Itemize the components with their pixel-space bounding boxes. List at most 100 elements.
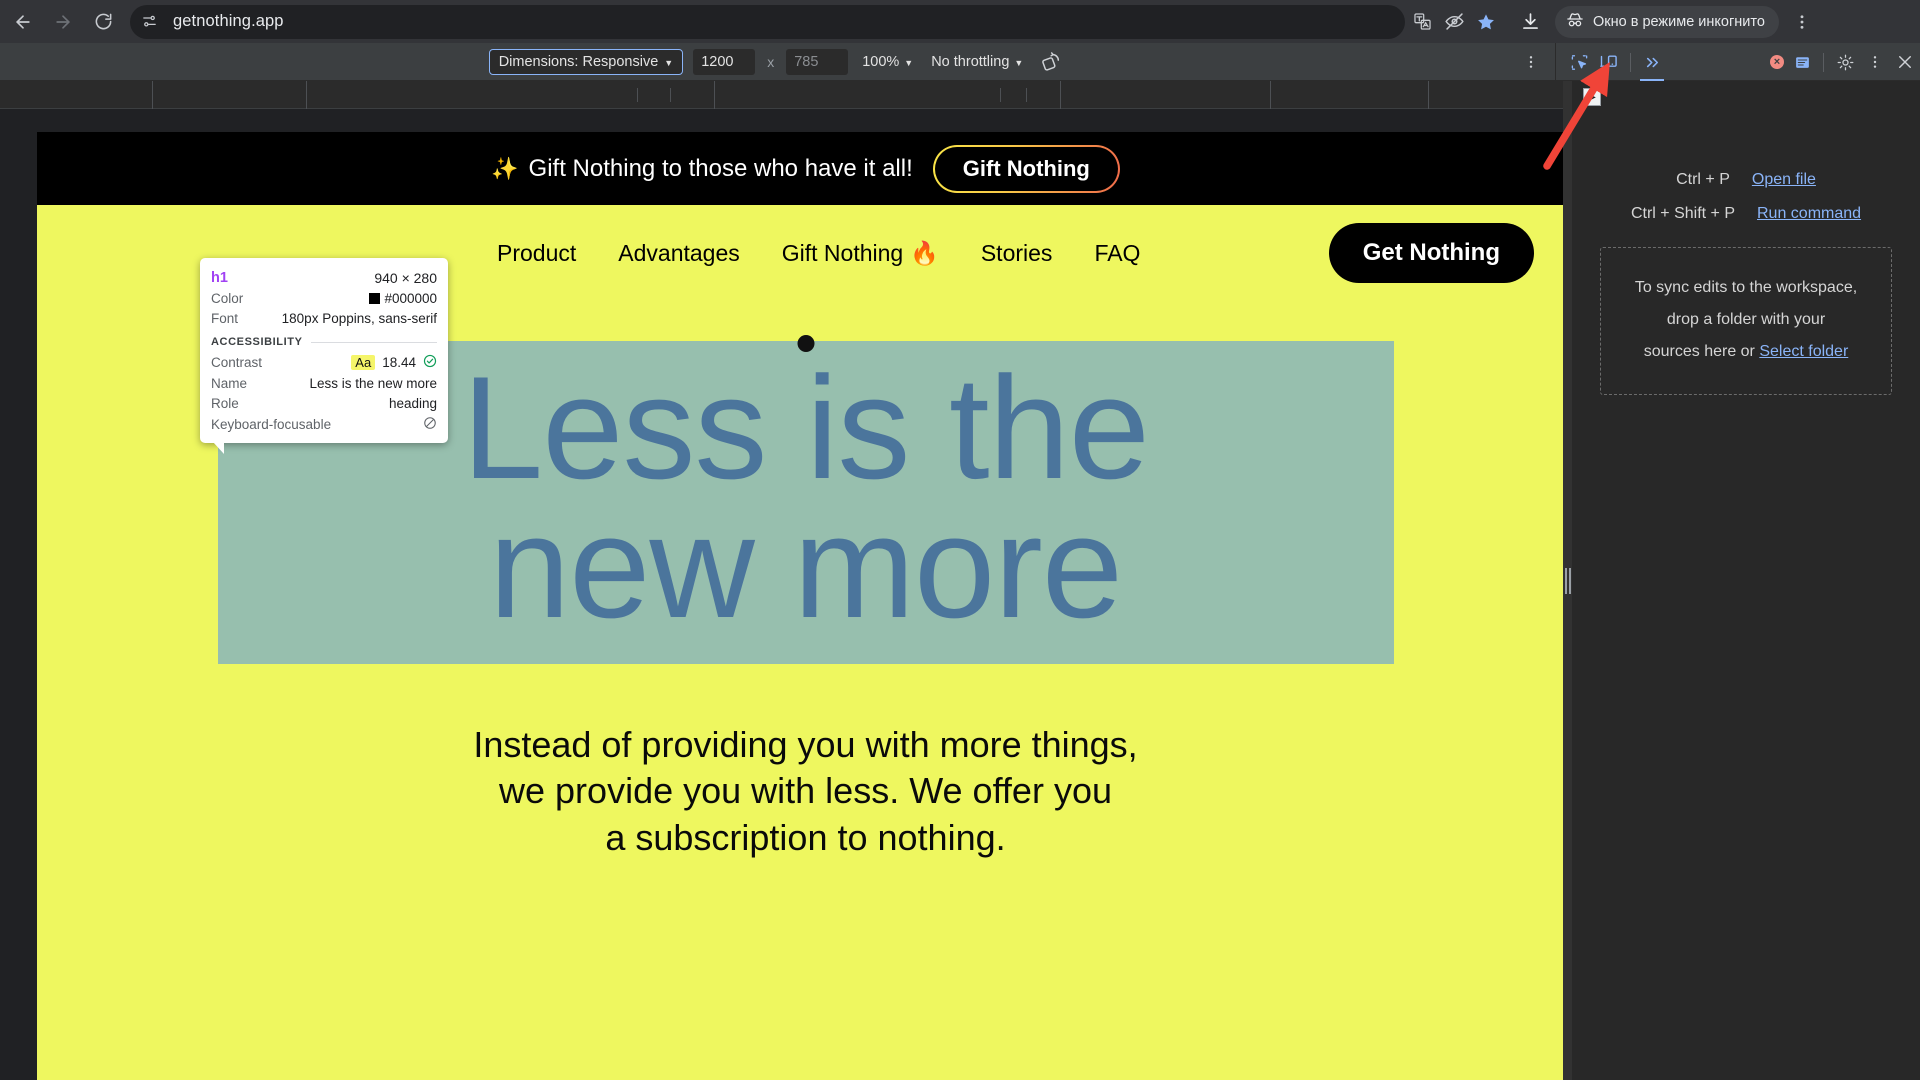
contrast-value-wrap: Aa 18.44: [351, 354, 437, 371]
tooltip-role-row: Role heading: [211, 393, 437, 413]
element-inspector-tooltip: h1 940 × 280 Color #000000 Font 180px Po…: [200, 258, 448, 454]
viewport-ruler[interactable]: [0, 81, 1572, 109]
incognito-indicator[interactable]: Окно в режиме инкогнито: [1555, 5, 1779, 38]
nav-links: Product Advantages Gift Nothing 🔥 Storie…: [497, 240, 1140, 267]
color-value-wrap: #000000: [369, 291, 437, 306]
select-folder-link[interactable]: Select folder: [1759, 343, 1848, 360]
viewport-gutter-left: [0, 109, 37, 1080]
reload-button[interactable]: [86, 5, 120, 39]
translate-icon[interactable]: [1407, 7, 1437, 37]
nav-item-label: Stories: [980, 239, 1053, 266]
toolbar-divider: [1823, 52, 1824, 72]
color-swatch: [369, 292, 381, 304]
device-toolbar-more-icon[interactable]: [1519, 49, 1543, 75]
device-emulation-toolbar: Dimensions: Responsive ▼ x 100% ▼ No thr…: [0, 43, 1920, 81]
incognito-icon: [1565, 10, 1585, 34]
device-dimensions-select[interactable]: Dimensions: Responsive ▼: [488, 48, 684, 75]
hero-heading-line-2: new more: [488, 484, 1123, 648]
shortcut-keys: Ctrl + Shift + P: [1630, 205, 1735, 222]
nav-item-label: FAQ: [1094, 239, 1141, 266]
focusable-key: Keyboard-focusable: [211, 416, 332, 432]
color-key: Color: [211, 290, 244, 306]
toggle-device-toolbar-icon[interactable]: [1594, 48, 1624, 76]
browser-toolbar: getnothing.app Окно в режиме инкогнито: [0, 0, 1920, 43]
accessibility-section-header: ACCESSIBILITY: [211, 336, 437, 348]
inspected-tag-name: h1: [211, 269, 228, 286]
settings-gear-icon[interactable]: [1830, 48, 1860, 76]
zoom-select[interactable]: 100% ▼: [858, 54, 917, 70]
download-icon[interactable]: [1513, 5, 1547, 39]
role-key: Role: [211, 395, 239, 411]
devtools-main-menu-icon[interactable]: [1860, 48, 1890, 76]
font-value: 180px Poppins, sans-serif: [281, 310, 437, 326]
font-key: Font: [211, 310, 239, 326]
chevron-down-icon: ▼: [1014, 57, 1024, 68]
get-nothing-button[interactable]: Get Nothing: [1328, 223, 1534, 283]
workspace-dropzone[interactable]: To sync edits to the workspace, drop a f…: [1600, 247, 1892, 395]
hide-eye-icon[interactable]: [1439, 7, 1469, 37]
hint-row-open-file: Ctrl + P Open file: [1572, 171, 1920, 189]
viewport-height-input[interactable]: [786, 48, 849, 75]
hero-subtitle-line-1: Instead of providing you with more thing…: [473, 724, 1138, 766]
bookmark-star-icon[interactable]: [1471, 7, 1501, 37]
name-value: Less is the new more: [309, 375, 437, 391]
fire-icon: 🔥: [910, 239, 939, 266]
focusable-no-icon: [423, 416, 437, 433]
name-key: Name: [211, 375, 248, 391]
address-bar[interactable]: getnothing.app: [130, 4, 1405, 39]
error-count-badge[interactable]: ×: [1770, 55, 1787, 69]
sparkle-icon: ✨: [491, 155, 519, 181]
chevron-down-icon: ▼: [664, 57, 674, 68]
sources-shortcut-hints: Ctrl + P Open file Ctrl + Shift + P Run …: [1572, 81, 1920, 395]
dropzone-line-1: To sync edits to the workspace,: [1634, 279, 1858, 296]
promo-banner: ✨ Gift Nothing to those who have it all!…: [37, 132, 1574, 205]
viewport-width-input[interactable]: [693, 48, 756, 75]
grip-bar: [1568, 567, 1571, 594]
throttling-select[interactable]: No throttling ▼: [927, 54, 1027, 70]
viewport-gutter-top: [0, 109, 1572, 132]
hero-subtitle-line-2: we provide you with less. We offer you: [499, 770, 1112, 812]
inspected-dimensions: 940 × 280: [374, 269, 437, 286]
color-value: #000000: [384, 290, 437, 306]
back-button[interactable]: [6, 5, 40, 39]
devtools-toolbar: ×: [1555, 43, 1920, 81]
dropzone-line-3-prefix: sources here or: [1643, 343, 1760, 360]
nav-item-label: Gift Nothing: [781, 239, 904, 266]
url-text: getnothing.app: [173, 12, 284, 30]
open-file-link[interactable]: Open file: [1752, 171, 1816, 189]
promo-text: ✨ Gift Nothing to those who have it all!: [491, 155, 913, 183]
contrast-sample-chip: Aa: [351, 354, 376, 370]
devtools-sources-panel: Ctrl + P Open file Ctrl + Shift + P Run …: [1572, 81, 1920, 1080]
nav-item-label: Product: [497, 239, 577, 266]
section-divider: [310, 341, 437, 343]
chevron-down-icon: ▼: [904, 57, 914, 68]
devtools-resize-handle[interactable]: [1563, 81, 1572, 1080]
nav-item-gift-nothing[interactable]: Gift Nothing 🔥: [782, 240, 939, 267]
close-devtools-icon[interactable]: [1890, 48, 1920, 76]
forward-button[interactable]: [46, 5, 80, 39]
tooltip-color-row: Color #000000: [211, 288, 437, 308]
more-panels-icon[interactable]: [1637, 48, 1667, 81]
gift-nothing-button[interactable]: Gift Nothing: [933, 145, 1120, 193]
nav-item-label: Advantages: [618, 239, 740, 266]
nav-item-faq[interactable]: FAQ: [1094, 240, 1140, 267]
nav-item-advantages[interactable]: Advantages: [618, 240, 739, 267]
device-dimensions-label: Dimensions: Responsive: [498, 53, 659, 70]
contrast-key: Contrast: [211, 354, 263, 370]
dimension-separator: x: [767, 53, 775, 70]
throttling-label: No throttling: [931, 53, 1010, 70]
nav-item-stories[interactable]: Stories: [981, 240, 1053, 267]
tooltip-focusable-row: Keyboard-focusable: [211, 413, 437, 435]
console-drawer-icon[interactable]: [1787, 48, 1817, 76]
rotate-icon[interactable]: [1037, 51, 1066, 72]
dropzone-line-3: sources here or Select folder: [1617, 336, 1875, 368]
run-command-link[interactable]: Run command: [1757, 205, 1861, 223]
tooltip-font-row: Font 180px Poppins, sans-serif: [211, 308, 437, 328]
hero-subtitle: Instead of providing you with more thing…: [37, 722, 1574, 860]
site-info-icon[interactable]: [134, 7, 164, 37]
inspect-hover-badge: ▶: [1583, 88, 1601, 106]
contrast-ratio: 18.44: [382, 354, 416, 370]
browser-menu-icon[interactable]: [1785, 5, 1819, 39]
nav-item-product[interactable]: Product: [497, 240, 576, 267]
inspect-element-icon[interactable]: [1564, 48, 1594, 76]
